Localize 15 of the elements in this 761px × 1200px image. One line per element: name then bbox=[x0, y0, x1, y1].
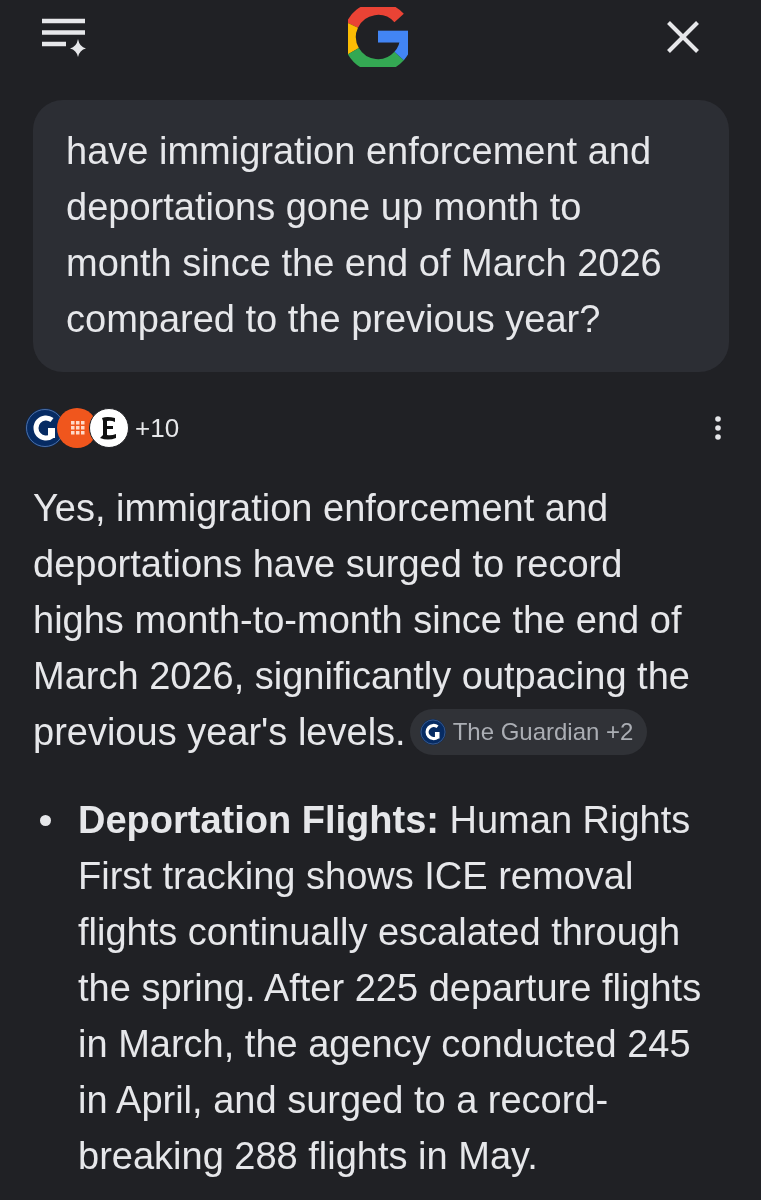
source-chip[interactable]: The Guardian +2 bbox=[409, 708, 648, 755]
answer-paragraph: Yes, immigration enforcement and deportations have surged to record highs month-to-month since the end of March 2026, significantly outpacing the previous year's levels. The Guardian +2 bbox=[33, 486, 691, 757]
blackletter-circle-icon bbox=[89, 408, 129, 448]
g-logo-icon bbox=[347, 7, 408, 67]
close-button[interactable] bbox=[667, 21, 699, 53]
more-options-icon bbox=[715, 416, 721, 440]
source-count[interactable]: +10 bbox=[135, 412, 180, 444]
query-text: have immigration enforcement and deportations gone up month to month since the end of March 2026 compared to the previous year? bbox=[66, 129, 663, 342]
bullet-text: Deportation Flights: Human Rights First tracking shows ICE removal flights continually escalated through the spring. After 225 departure flights in March, the agency conducted 245 in April, and surged to a record-breaking 288 flights in May. bbox=[78, 798, 703, 1179]
menu-button[interactable] bbox=[40, 17, 88, 57]
close-icon bbox=[667, 21, 699, 53]
menu-sparkle-icon bbox=[40, 17, 88, 57]
g-circle-icon bbox=[419, 718, 446, 745]
bullet-icon bbox=[40, 815, 51, 826]
more-options-button[interactable] bbox=[715, 416, 721, 440]
